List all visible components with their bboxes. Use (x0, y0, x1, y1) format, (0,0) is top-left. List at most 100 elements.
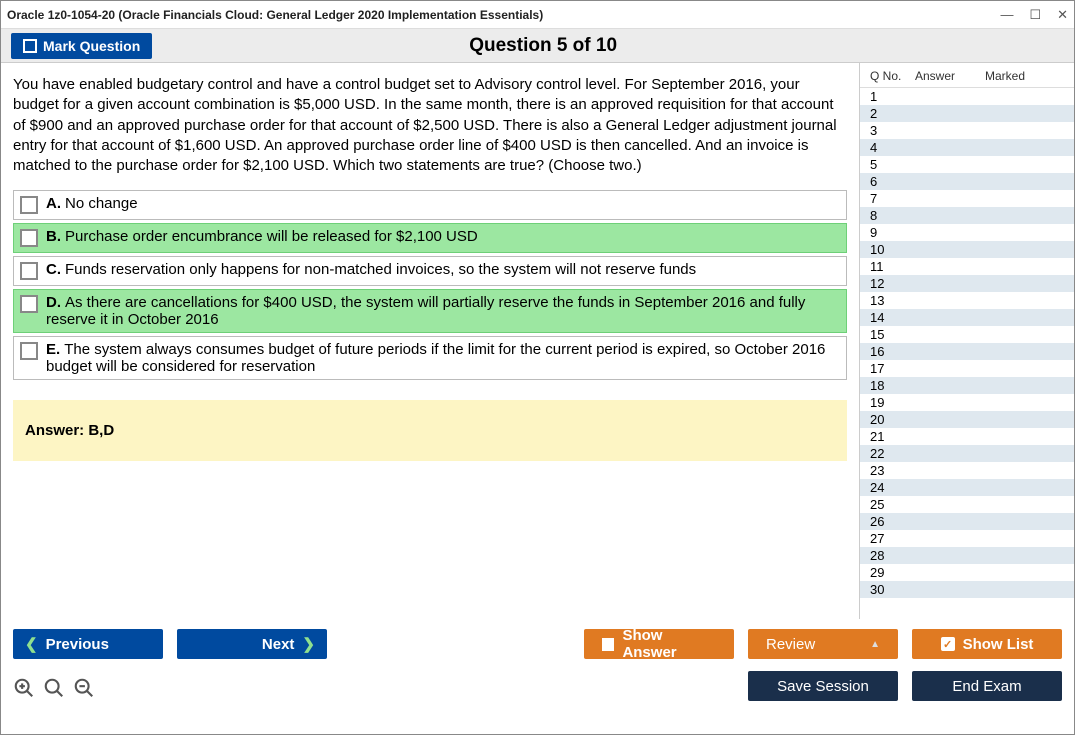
question-list-row[interactable]: 10 (860, 241, 1074, 258)
row-qno: 9 (870, 224, 910, 241)
row-qno: 24 (870, 479, 910, 496)
window-titlebar: Oracle 1z0-1054-20 (Oracle Financials Cl… (1, 1, 1074, 29)
question-list-row[interactable]: 15 (860, 326, 1074, 343)
row-qno: 16 (870, 343, 910, 360)
question-list-row[interactable]: 8 (860, 207, 1074, 224)
chevron-right-icon: ❯ (302, 635, 315, 653)
question-list-row[interactable]: 6 (860, 173, 1074, 190)
question-list-row[interactable]: 18 (860, 377, 1074, 394)
row-qno: 22 (870, 445, 910, 462)
question-list-row[interactable]: 19 (860, 394, 1074, 411)
row-qno: 10 (870, 241, 910, 258)
mark-checkbox-icon (23, 39, 37, 53)
question-list-row[interactable]: 24 (860, 479, 1074, 496)
col-answer: Answer (915, 69, 985, 83)
option-text: D.As there are cancellations for $400 US… (46, 294, 840, 328)
question-list-row[interactable]: 29 (860, 564, 1074, 581)
option-text: A.No change (46, 195, 138, 212)
option-row[interactable]: D.As there are cancellations for $400 US… (13, 289, 847, 333)
row-qno: 6 (870, 173, 910, 190)
col-marked: Marked (985, 69, 1068, 83)
question-list-row[interactable]: 2 (860, 105, 1074, 122)
question-list-row[interactable]: 28 (860, 547, 1074, 564)
question-list-row[interactable]: 4 (860, 139, 1074, 156)
mark-question-label: Mark Question (43, 38, 140, 54)
save-session-button[interactable]: Save Session (748, 671, 898, 701)
minimize-icon[interactable]: — (1000, 7, 1013, 22)
option-row[interactable]: B.Purchase order encumbrance will be rel… (13, 223, 847, 253)
close-icon[interactable]: ✕ (1057, 7, 1068, 23)
question-list-row[interactable]: 17 (860, 360, 1074, 377)
question-list-row[interactable]: 25 (860, 496, 1074, 513)
row-qno: 18 (870, 377, 910, 394)
question-list-row[interactable]: 11 (860, 258, 1074, 275)
header-bar: Mark Question Question 5 of 10 (1, 29, 1074, 63)
row-qno: 23 (870, 462, 910, 479)
col-qno: Q No. (870, 69, 915, 83)
option-row[interactable]: C.Funds reservation only happens for non… (13, 256, 847, 286)
review-button[interactable]: Review ▲ (748, 629, 898, 659)
option-text: E.The system always consumes budget of f… (46, 341, 840, 375)
option-checkbox[interactable] (20, 196, 38, 214)
row-qno: 19 (870, 394, 910, 411)
save-session-label: Save Session (777, 678, 869, 695)
row-qno: 4 (870, 139, 910, 156)
question-list-row[interactable]: 1 (860, 88, 1074, 105)
option-checkbox[interactable] (20, 262, 38, 280)
question-text: You have enabled budgetary control and h… (13, 75, 847, 176)
row-qno: 13 (870, 292, 910, 309)
row-qno: 11 (870, 258, 910, 275)
zoom-out-icon[interactable] (73, 677, 95, 705)
end-exam-label: End Exam (952, 678, 1021, 695)
question-list-row[interactable]: 26 (860, 513, 1074, 530)
row-qno: 15 (870, 326, 910, 343)
question-list-body[interactable]: 1234567891011121314151617181920212223242… (860, 88, 1074, 619)
square-icon (602, 638, 614, 651)
question-list-panel: Q No. Answer Marked 12345678910111213141… (859, 63, 1074, 619)
question-list-row[interactable]: 20 (860, 411, 1074, 428)
zoom-in-icon[interactable] (43, 677, 65, 705)
row-qno: 8 (870, 207, 910, 224)
check-icon: ✓ (941, 637, 955, 651)
zoom-fit-icon[interactable] (13, 677, 35, 705)
row-qno: 3 (870, 122, 910, 139)
option-checkbox[interactable] (20, 342, 38, 360)
option-checkbox[interactable] (20, 229, 38, 247)
question-list-row[interactable]: 3 (860, 122, 1074, 139)
question-list-header: Q No. Answer Marked (860, 63, 1074, 88)
answer-box: Answer: B,D (13, 400, 847, 461)
row-qno: 28 (870, 547, 910, 564)
question-list-row[interactable]: 30 (860, 581, 1074, 598)
show-answer-button[interactable]: Show Answer (584, 629, 734, 659)
option-row[interactable]: E.The system always consumes budget of f… (13, 336, 847, 380)
question-list-row[interactable]: 7 (860, 190, 1074, 207)
question-list-row[interactable]: 23 (860, 462, 1074, 479)
window-title: Oracle 1z0-1054-20 (Oracle Financials Cl… (7, 8, 984, 22)
question-list-row[interactable]: 9 (860, 224, 1074, 241)
caret-up-icon: ▲ (870, 639, 880, 650)
row-qno: 17 (870, 360, 910, 377)
question-list-row[interactable]: 14 (860, 309, 1074, 326)
row-qno: 20 (870, 411, 910, 428)
option-checkbox[interactable] (20, 295, 38, 313)
question-list-row[interactable]: 21 (860, 428, 1074, 445)
next-label: Next (262, 636, 295, 653)
show-answer-label: Show Answer (622, 627, 716, 661)
end-exam-button[interactable]: End Exam (912, 671, 1062, 701)
question-list-row[interactable]: 16 (860, 343, 1074, 360)
show-list-button[interactable]: ✓ Show List (912, 629, 1062, 659)
question-list-row[interactable]: 5 (860, 156, 1074, 173)
row-qno: 29 (870, 564, 910, 581)
chevron-left-icon: ❮ (25, 635, 38, 653)
question-list-row[interactable]: 13 (860, 292, 1074, 309)
maximize-icon[interactable]: ☐ (1029, 7, 1041, 23)
row-qno: 14 (870, 309, 910, 326)
question-list-row[interactable]: 12 (860, 275, 1074, 292)
question-list-row[interactable]: 22 (860, 445, 1074, 462)
option-row[interactable]: A.No change (13, 190, 847, 220)
show-list-label: Show List (963, 636, 1034, 653)
question-list-row[interactable]: 27 (860, 530, 1074, 547)
previous-button[interactable]: ❮ Previous (13, 629, 163, 659)
next-button[interactable]: Next ❯ (177, 629, 327, 659)
mark-question-button[interactable]: Mark Question (11, 33, 152, 59)
